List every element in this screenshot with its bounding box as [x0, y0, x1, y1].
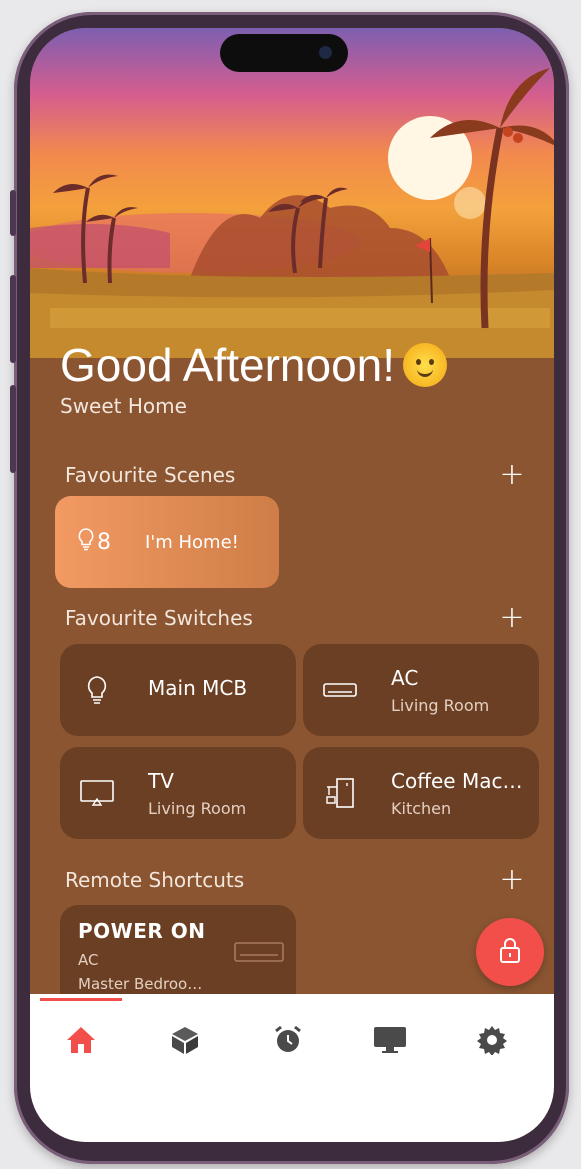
- favourite-switches-header: Favourite Switches +: [65, 603, 525, 633]
- scene-device-count: 8: [97, 529, 111, 555]
- switch-tile-ac[interactable]: AC Living Room: [303, 644, 539, 736]
- home-name: Sweet Home: [60, 394, 187, 418]
- nav-settings[interactable]: [472, 1022, 512, 1062]
- lock-button[interactable]: [476, 918, 544, 986]
- remote-shortcut-card[interactable]: POWER ON AC Master Bedroo…: [60, 905, 296, 1005]
- switch-name: Coffee Mac…: [391, 769, 523, 793]
- add-scene-button[interactable]: +: [499, 460, 525, 490]
- nav-remotes[interactable]: [370, 1022, 410, 1062]
- active-tab-indicator: [40, 998, 122, 1001]
- greeting-heading: Good Afternoon!: [60, 338, 448, 392]
- switch-room: Living Room: [148, 799, 247, 818]
- switch-name: TV: [148, 769, 174, 793]
- switch-room: Living Room: [391, 696, 490, 715]
- ac-icon: [323, 674, 357, 706]
- sun-emoji-icon: [403, 342, 448, 387]
- add-switch-button[interactable]: +: [499, 603, 525, 633]
- favourite-scenes-header: Favourite Scenes +: [65, 460, 525, 490]
- remote-shortcuts-header: Remote Shortcuts +: [65, 865, 525, 895]
- gear-icon: [477, 1025, 507, 1059]
- tv-icon: [80, 777, 114, 809]
- front-camera: [319, 46, 332, 59]
- scene-label: I'm Home!: [145, 531, 239, 553]
- monitor-icon: [373, 1025, 407, 1059]
- cube-icon: [170, 1025, 200, 1059]
- switch-tile-main-mcb[interactable]: Main MCB: [60, 644, 296, 736]
- side-button: [10, 190, 16, 236]
- remote-action: POWER ON: [78, 919, 206, 943]
- alarm-icon: [273, 1025, 303, 1059]
- sunset-illustration: [30, 28, 554, 358]
- coffee-machine-icon: [323, 777, 357, 809]
- remote-room: Master Bedroo…: [78, 975, 203, 993]
- remote-device: AC: [78, 951, 99, 969]
- nav-schedules[interactable]: [268, 1022, 308, 1062]
- add-remote-button[interactable]: +: [499, 865, 525, 895]
- bulb-icon: [77, 527, 95, 557]
- camera-notch: [220, 34, 348, 72]
- bulb-icon: [80, 674, 114, 706]
- switch-room: Kitchen: [391, 799, 452, 818]
- section-title-scenes: Favourite Scenes: [65, 463, 236, 487]
- section-title-switches: Favourite Switches: [65, 606, 253, 630]
- bottom-navigation: [30, 994, 554, 1142]
- switch-tile-tv[interactable]: TV Living Room: [60, 747, 296, 839]
- scene-card-im-home[interactable]: 8 I'm Home!: [55, 496, 279, 588]
- nav-home[interactable]: [61, 1022, 101, 1062]
- switch-name: Main MCB: [148, 676, 248, 700]
- ac-icon: [234, 941, 284, 969]
- switch-tile-coffee-machine[interactable]: Coffee Mac… Kitchen: [303, 747, 539, 839]
- app-screen: Good Afternoon! Sweet Home Favourite Sce…: [30, 28, 554, 1142]
- switch-name: AC: [391, 666, 419, 690]
- nav-devices[interactable]: [165, 1022, 205, 1062]
- greeting-text: Good Afternoon!: [60, 339, 396, 391]
- section-title-remotes: Remote Shortcuts: [65, 868, 245, 892]
- volume-down-button: [10, 385, 16, 473]
- home-icon: [65, 1025, 97, 1059]
- volume-up-button: [10, 275, 16, 363]
- lock-icon: [498, 936, 522, 968]
